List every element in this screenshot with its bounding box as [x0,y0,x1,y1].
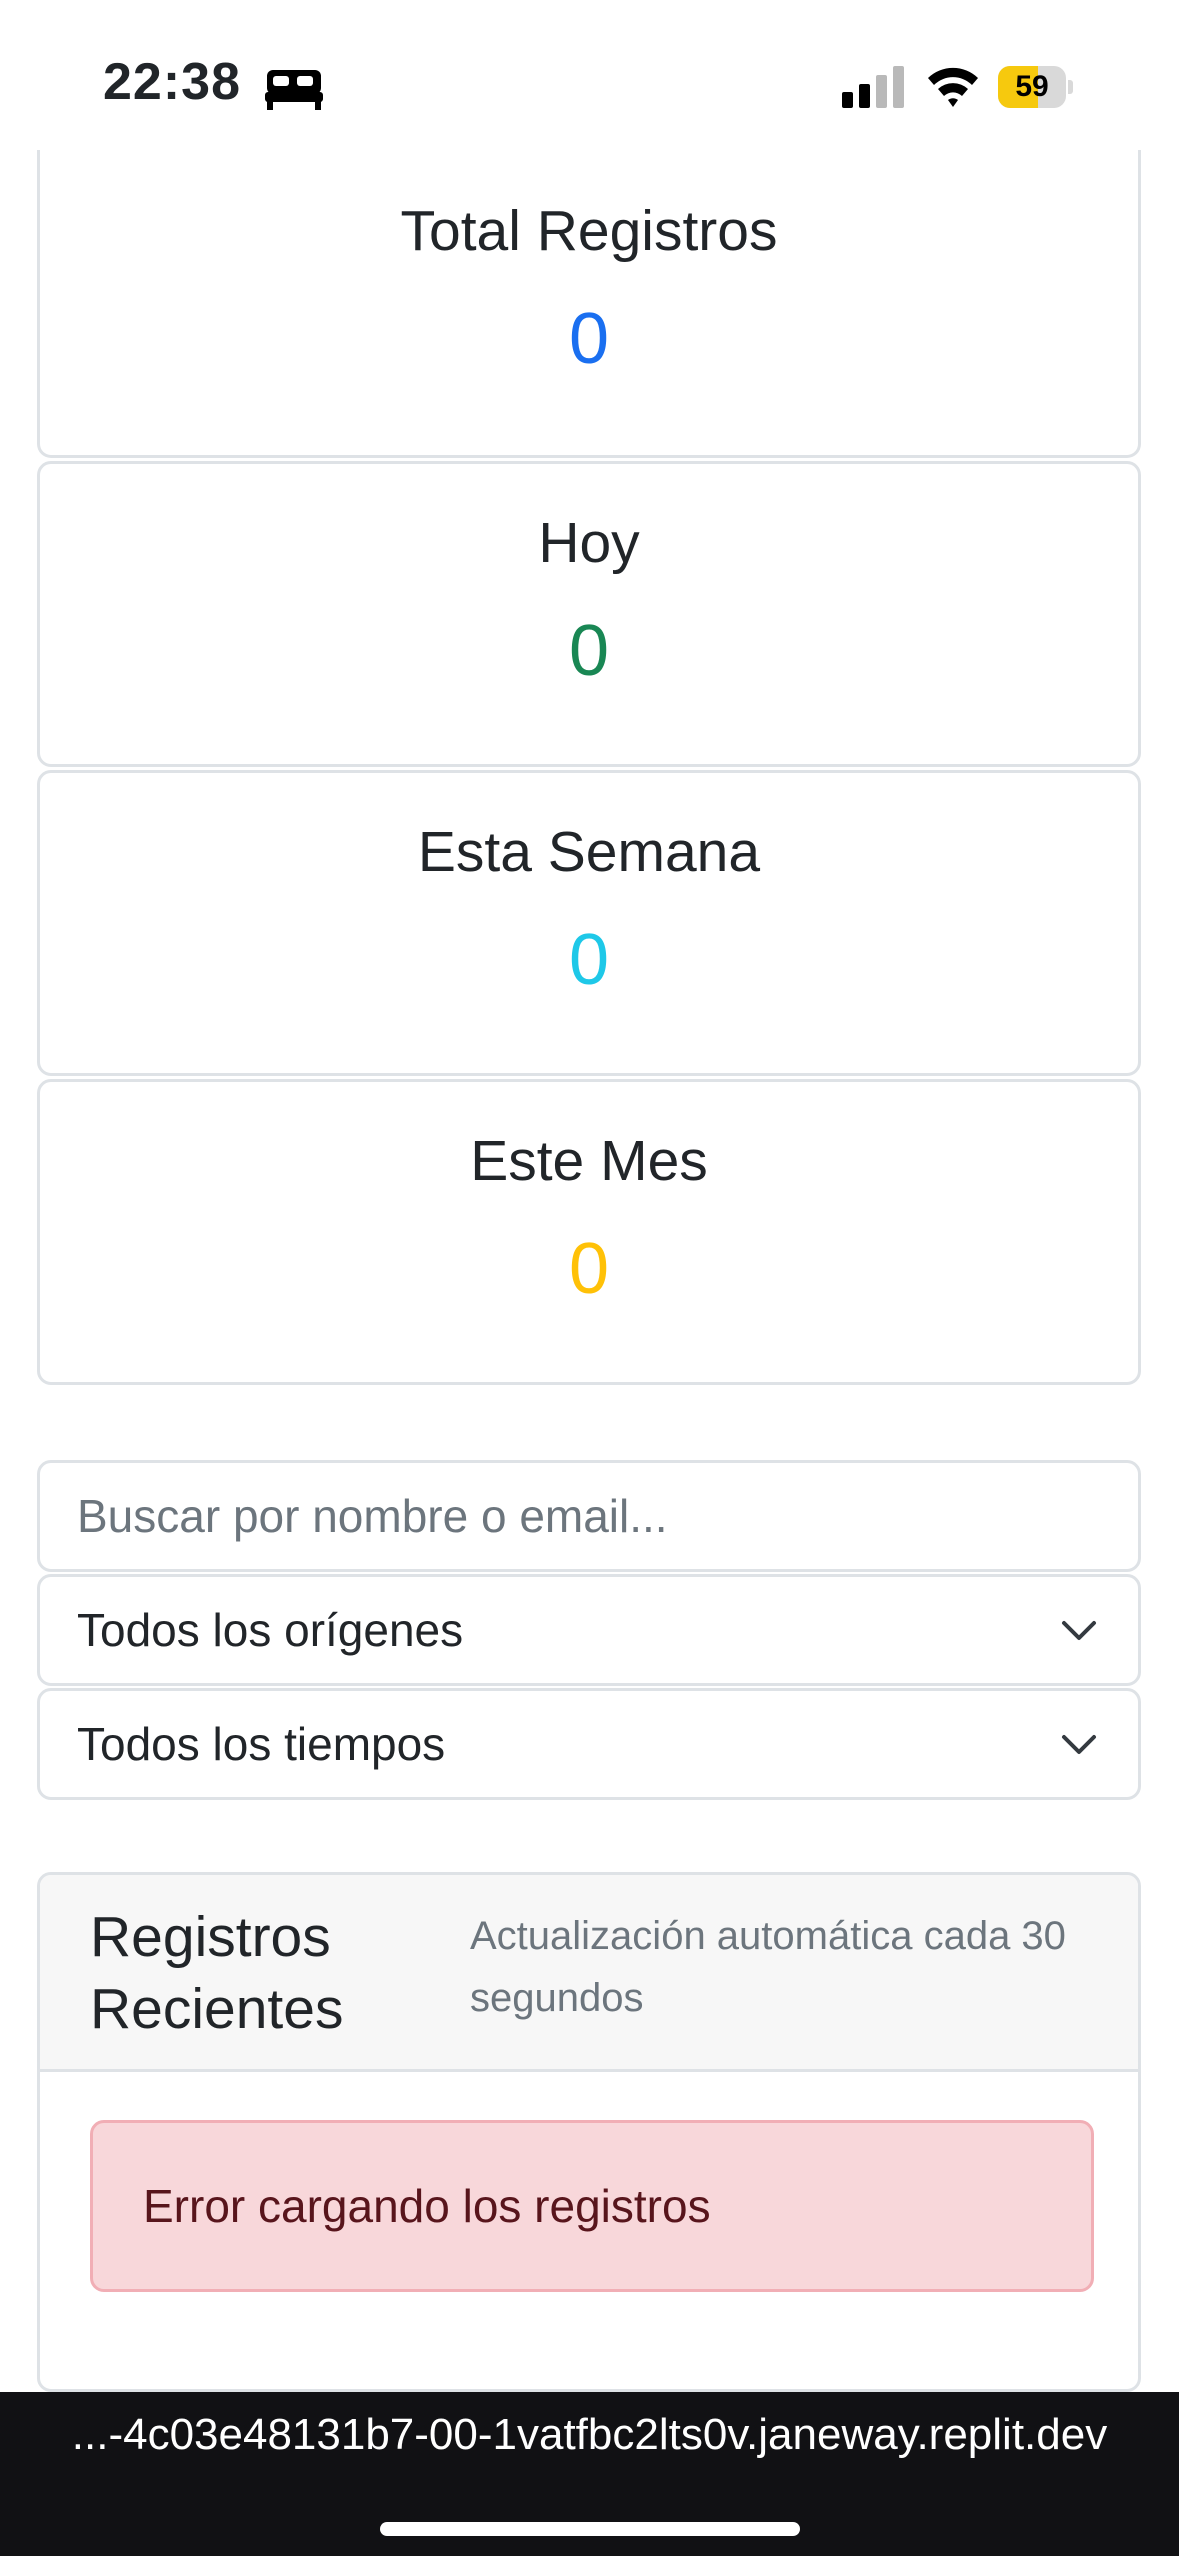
panel-header: Registros Recientes Actualización automá… [40,1875,1138,2072]
stat-card-week: Esta Semana 0 [37,770,1141,1076]
chevron-down-icon [1062,1735,1096,1754]
time-select-value: Todos los tiempos [77,1718,446,1770]
origin-select[interactable]: Todos los orígenes [37,1574,1141,1686]
stat-label: Esta Semana [417,820,761,884]
stat-card-today: Hoy 0 [37,461,1141,767]
time-select[interactable]: Todos los tiempos [37,1688,1141,1800]
cellular-signal-icon [842,66,904,108]
origin-select-value: Todos los orígenes [77,1604,464,1656]
error-alert: Error cargando los registros [90,2120,1094,2292]
stat-card-month: Este Mes 0 [37,1079,1141,1385]
bed-icon [265,70,323,110]
search-placeholder: Buscar por nombre o email... [77,1490,668,1542]
status-bar: 22:38 59 [0,0,1179,175]
battery-level: 59 [1015,70,1049,103]
browser-url-bar[interactable]: ...-4c03e48131b7-00-1vatfbc2lts0v.janewa… [0,2392,1179,2556]
stat-label: Hoy [538,511,640,575]
search-input[interactable]: Buscar por nombre o email... [37,1460,1141,1572]
battery-icon: 59 [998,66,1074,108]
stat-value: 0 [568,920,610,1000]
stat-label: Este Mes [470,1129,708,1193]
recent-records-panel: Registros Recientes Actualización automá… [37,1872,1141,2392]
status-time: 22:38 [103,53,241,111]
auto-refresh-note: Actualización automática cada 30 segundo… [470,1914,1066,2020]
error-message: Error cargando los registros [143,2180,711,2232]
stat-value: 0 [568,1229,610,1309]
chevron-down-icon [1062,1621,1096,1640]
stat-card-total: Total Registros 0 [37,150,1141,458]
url-text[interactable]: ...-4c03e48131b7-00-1vatfbc2lts0v.janewa… [0,2410,1179,2460]
stat-value: 0 [568,299,610,379]
stat-label: Total Registros [400,199,778,263]
panel-title: Registros Recientes [90,1905,344,2041]
stat-value: 0 [568,611,610,691]
wifi-icon [928,67,978,107]
home-indicator[interactable] [380,2522,800,2536]
